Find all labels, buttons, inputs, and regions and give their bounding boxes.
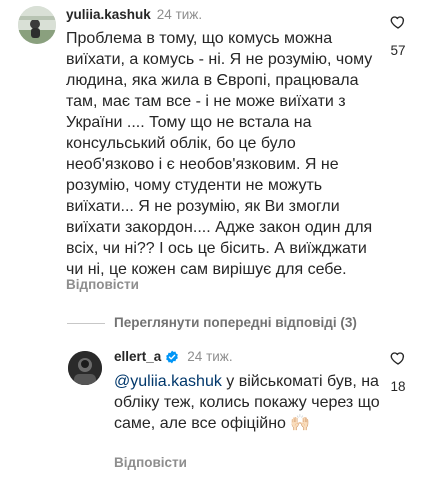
thread-divider [67,323,105,324]
comment-header: ellert_a 24 тиж. [114,348,233,366]
reply-button[interactable]: Відповісти [114,455,187,470]
heart-outline-icon[interactable] [390,14,406,30]
like-count: 57 [390,43,406,58]
reply-button[interactable]: Відповісти [66,277,139,292]
heart-outline-icon[interactable] [390,350,406,366]
avatar[interactable] [18,6,56,44]
timestamp: 24 тиж. [187,349,233,364]
comment-text: @yuliia.kashuk у військоматі був, на обл… [114,371,384,434]
comment-header: yuliia.kashuk 24 тиж. [66,6,202,24]
like-control: 57 [384,14,412,58]
verified-badge-icon [165,350,179,364]
like-count: 18 [390,379,406,394]
like-control: 18 [384,350,412,394]
username[interactable]: yuliia.kashuk [66,7,151,22]
view-previous-replies-button[interactable]: Переглянути попередні відповіді (3) [114,315,357,330]
timestamp: 24 тиж. [156,7,203,22]
raising-hands-emoji: 🙌🏻 [290,415,311,433]
avatar[interactable] [68,351,102,385]
mention-link[interactable]: @yuliia.kashuk [114,373,222,390]
username[interactable]: ellert_a [114,348,161,366]
comment-text: Проблема в тому, що комусь можна виїхати… [66,30,373,278]
